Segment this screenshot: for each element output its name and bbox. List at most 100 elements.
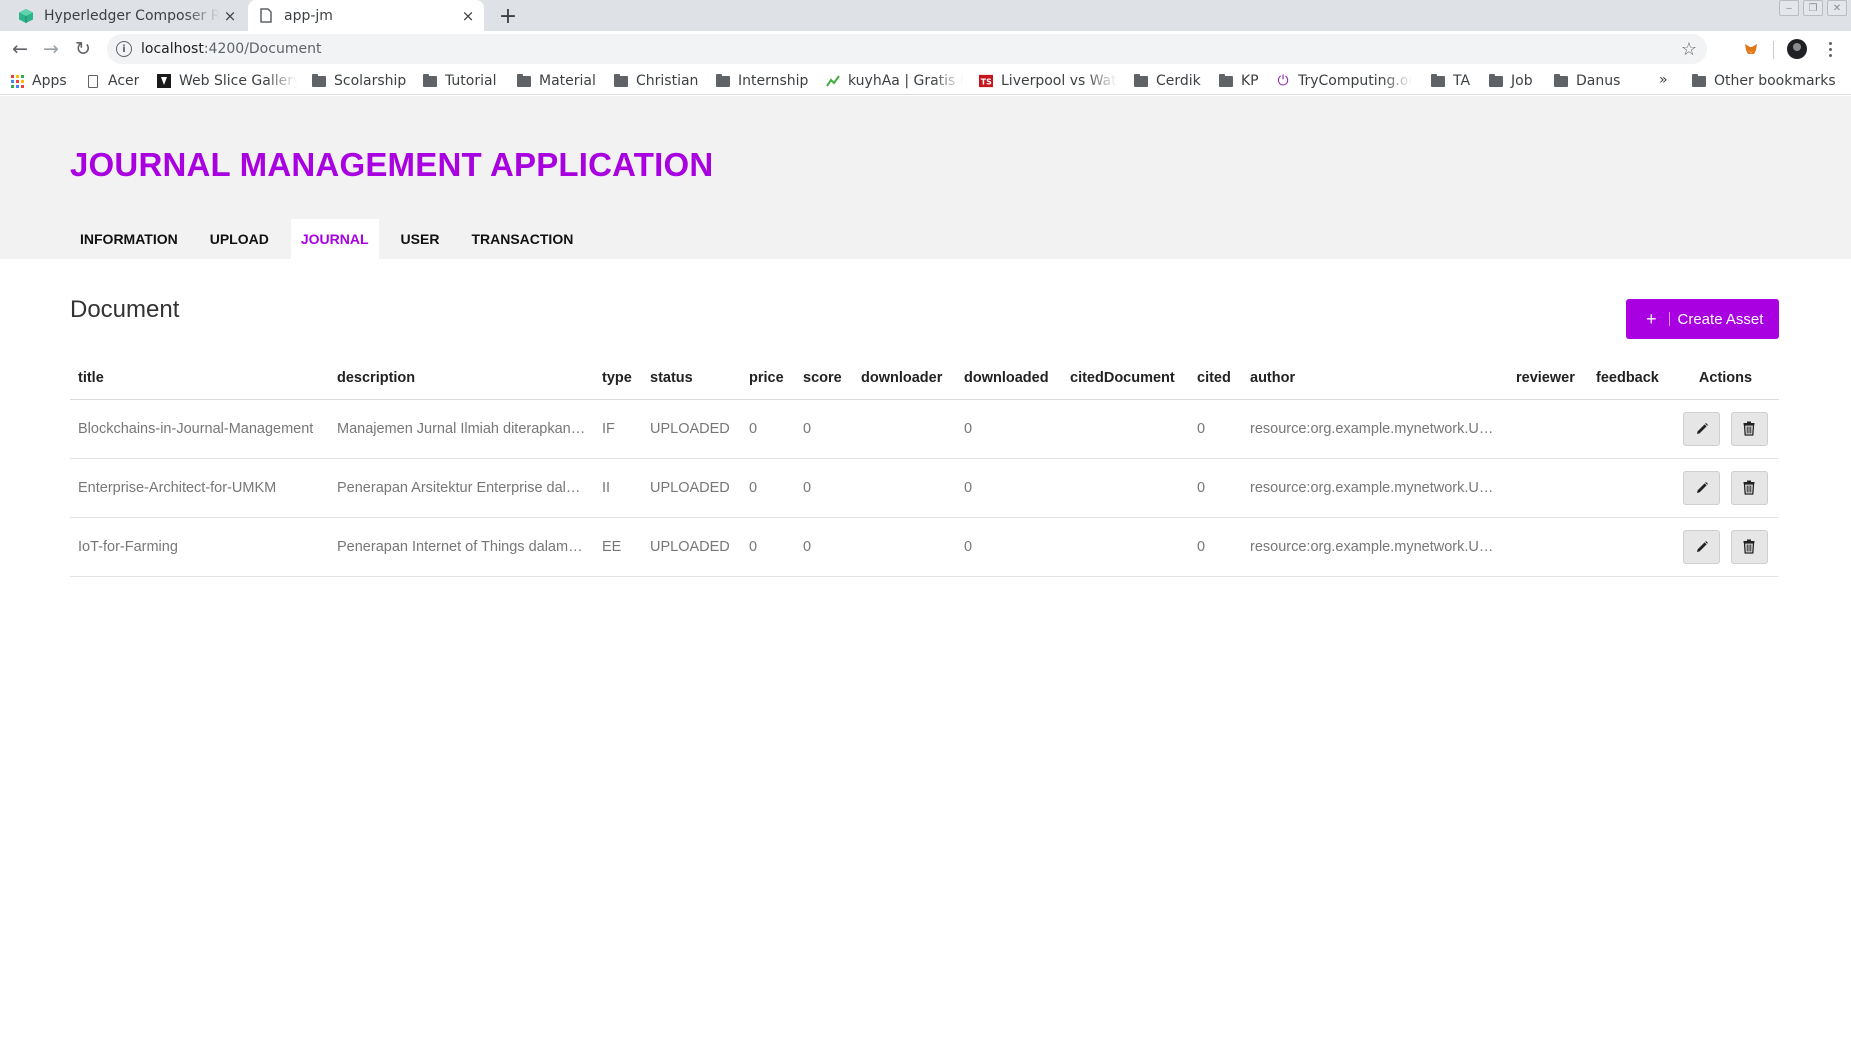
profile-avatar[interactable]: [1787, 39, 1807, 59]
cell-description: Penerapan Arsitektur Enterprise dalam UM…: [329, 458, 594, 518]
bookmark-label: Apps: [32, 73, 67, 89]
table-header-row: title description type status price scor…: [70, 358, 1779, 400]
create-asset-button[interactable]: + Create Asset: [1626, 299, 1779, 339]
edit-button[interactable]: [1683, 529, 1721, 564]
column-header-feedback[interactable]: feedback: [1588, 358, 1672, 400]
bookmark-label: Job: [1511, 73, 1533, 89]
page-icon: [86, 74, 100, 88]
column-header-downloaded[interactable]: downloaded: [956, 358, 1062, 400]
bookmark-apps[interactable]: Apps: [10, 71, 67, 91]
nav-tab-transaction[interactable]: TRANSACTION: [461, 219, 583, 259]
cell-score: 0: [795, 399, 853, 459]
bookmark-web-slice-gallery[interactable]: Web Slice Gallery: [157, 71, 297, 91]
bookmark-ta[interactable]: TA: [1431, 71, 1470, 91]
forward-arrow-icon[interactable]: →: [37, 35, 65, 63]
metamask-fox-icon[interactable]: [1742, 40, 1760, 58]
svg-text:TS: TS: [981, 78, 992, 87]
column-header-price[interactable]: price: [741, 358, 795, 400]
column-header-cited-document[interactable]: citedDocument: [1062, 358, 1189, 400]
column-header-description[interactable]: description: [329, 358, 594, 400]
minimize-icon[interactable]: –: [1779, 0, 1799, 16]
maximize-icon[interactable]: ❐: [1803, 0, 1823, 16]
cell-title: Blockchains-in-Journal-Management: [70, 399, 329, 459]
column-header-type[interactable]: type: [594, 358, 642, 400]
column-header-downloader[interactable]: downloader: [853, 358, 956, 400]
column-header-cited[interactable]: cited: [1189, 358, 1242, 400]
apps-grid-icon: [10, 74, 24, 88]
url-text[interactable]: localhost:4200/Document: [141, 41, 1681, 57]
bookmark-label: Liverpool vs Watford: [1001, 73, 1117, 89]
folder-icon: [312, 73, 326, 88]
cell-price: 0: [741, 399, 795, 459]
bookmark-kuyhaa[interactable]: kuyhAa | Gratis Download: [826, 71, 963, 91]
bookmark-kp[interactable]: KP: [1219, 71, 1259, 91]
other-bookmarks[interactable]: Other bookmarks: [1692, 71, 1836, 91]
bookmark-acer[interactable]: Acer: [86, 71, 139, 91]
bookmark-christian[interactable]: Christian: [614, 71, 698, 91]
tab-title: app-jm: [284, 7, 333, 24]
cell-author: resource:org.example.mynetwork.User#3: [1242, 517, 1508, 577]
pencil-icon: [1695, 540, 1709, 554]
bookmark-tutorial[interactable]: Tutorial: [423, 71, 496, 91]
browser-tab-composer[interactable]: Hyperledger Composer Rest Server ×: [8, 0, 246, 31]
cell-downloader: [853, 517, 956, 577]
cell-score: 0: [795, 458, 853, 518]
cell-status: UPLOADED: [642, 399, 741, 459]
nav-tab-information[interactable]: INFORMATION: [70, 219, 188, 259]
nav-tab-user[interactable]: USER: [391, 219, 450, 259]
bookmark-danus[interactable]: Danus: [1554, 71, 1620, 91]
back-arrow-icon[interactable]: ←: [6, 35, 34, 63]
reload-icon[interactable]: ↻: [69, 35, 97, 63]
edit-button[interactable]: [1683, 470, 1721, 505]
cell-reviewer: [1508, 399, 1588, 459]
nav-tab-journal[interactable]: JOURNAL: [290, 219, 379, 259]
kuyhaa-icon: [826, 74, 840, 88]
trash-icon: [1743, 421, 1755, 436]
bookmark-cerdik[interactable]: Cerdik: [1134, 71, 1201, 91]
tab-close-icon[interactable]: ×: [220, 6, 240, 26]
bookmark-job[interactable]: Job: [1489, 71, 1533, 91]
bookmark-scolarship[interactable]: Scolarship: [312, 71, 406, 91]
column-header-author[interactable]: author: [1242, 358, 1508, 400]
column-header-title[interactable]: title: [70, 358, 329, 400]
pencil-icon: [1695, 481, 1709, 495]
site-info-icon[interactable]: i: [116, 41, 132, 57]
cell-feedback: [1588, 399, 1672, 459]
bookmark-label: Other bookmarks: [1714, 73, 1836, 89]
bookmark-material[interactable]: Material: [517, 71, 596, 91]
tab-close-icon[interactable]: ×: [458, 6, 478, 26]
edit-button[interactable]: [1683, 411, 1721, 446]
cell-status: UPLOADED: [642, 458, 741, 518]
delete-button[interactable]: [1730, 470, 1768, 505]
cell-cited-document: [1062, 458, 1189, 518]
new-tab-button[interactable]: +: [494, 2, 522, 30]
bookmark-liverpool-vs-watford[interactable]: TS Liverpool vs Watford: [979, 71, 1117, 91]
cell-downloaded: 0: [956, 399, 1062, 459]
browser-menu-icon[interactable]: [1820, 37, 1840, 61]
bookmark-star-icon[interactable]: ☆: [1681, 39, 1697, 60]
cell-feedback: [1588, 458, 1672, 518]
more-bookmarks-chevron-icon[interactable]: »: [1659, 72, 1668, 88]
delete-button[interactable]: [1730, 411, 1768, 446]
browser-tab-app-jm[interactable]: app-jm ×: [248, 0, 484, 31]
cell-title: Enterprise-Architect-for-UMKM: [70, 458, 329, 518]
cell-score: 0: [795, 517, 853, 577]
bookmark-label: TryComputing.org: [1298, 73, 1412, 89]
web-slice-icon: [157, 74, 171, 88]
close-window-icon[interactable]: ✕: [1827, 0, 1847, 16]
trash-icon: [1743, 480, 1755, 495]
cell-downloader: [853, 399, 956, 459]
window-controls: – ❐ ✕: [1779, 0, 1847, 16]
address-bar[interactable]: i localhost:4200/Document ☆: [107, 34, 1707, 64]
folder-icon: [1219, 73, 1233, 88]
delete-button[interactable]: [1730, 529, 1768, 564]
column-header-reviewer[interactable]: reviewer: [1508, 358, 1588, 400]
bookmark-trycomputing[interactable]: ⏻ TryComputing.org: [1276, 71, 1412, 91]
toolbar-separator: [1773, 41, 1774, 59]
column-header-score[interactable]: score: [795, 358, 853, 400]
column-header-status[interactable]: status: [642, 358, 741, 400]
bookmark-internship[interactable]: Internship: [716, 71, 808, 91]
cell-author: resource:org.example.mynetwork.User#2: [1242, 458, 1508, 518]
nav-tab-upload[interactable]: UPLOAD: [200, 219, 279, 259]
folder-icon: [1489, 73, 1503, 88]
